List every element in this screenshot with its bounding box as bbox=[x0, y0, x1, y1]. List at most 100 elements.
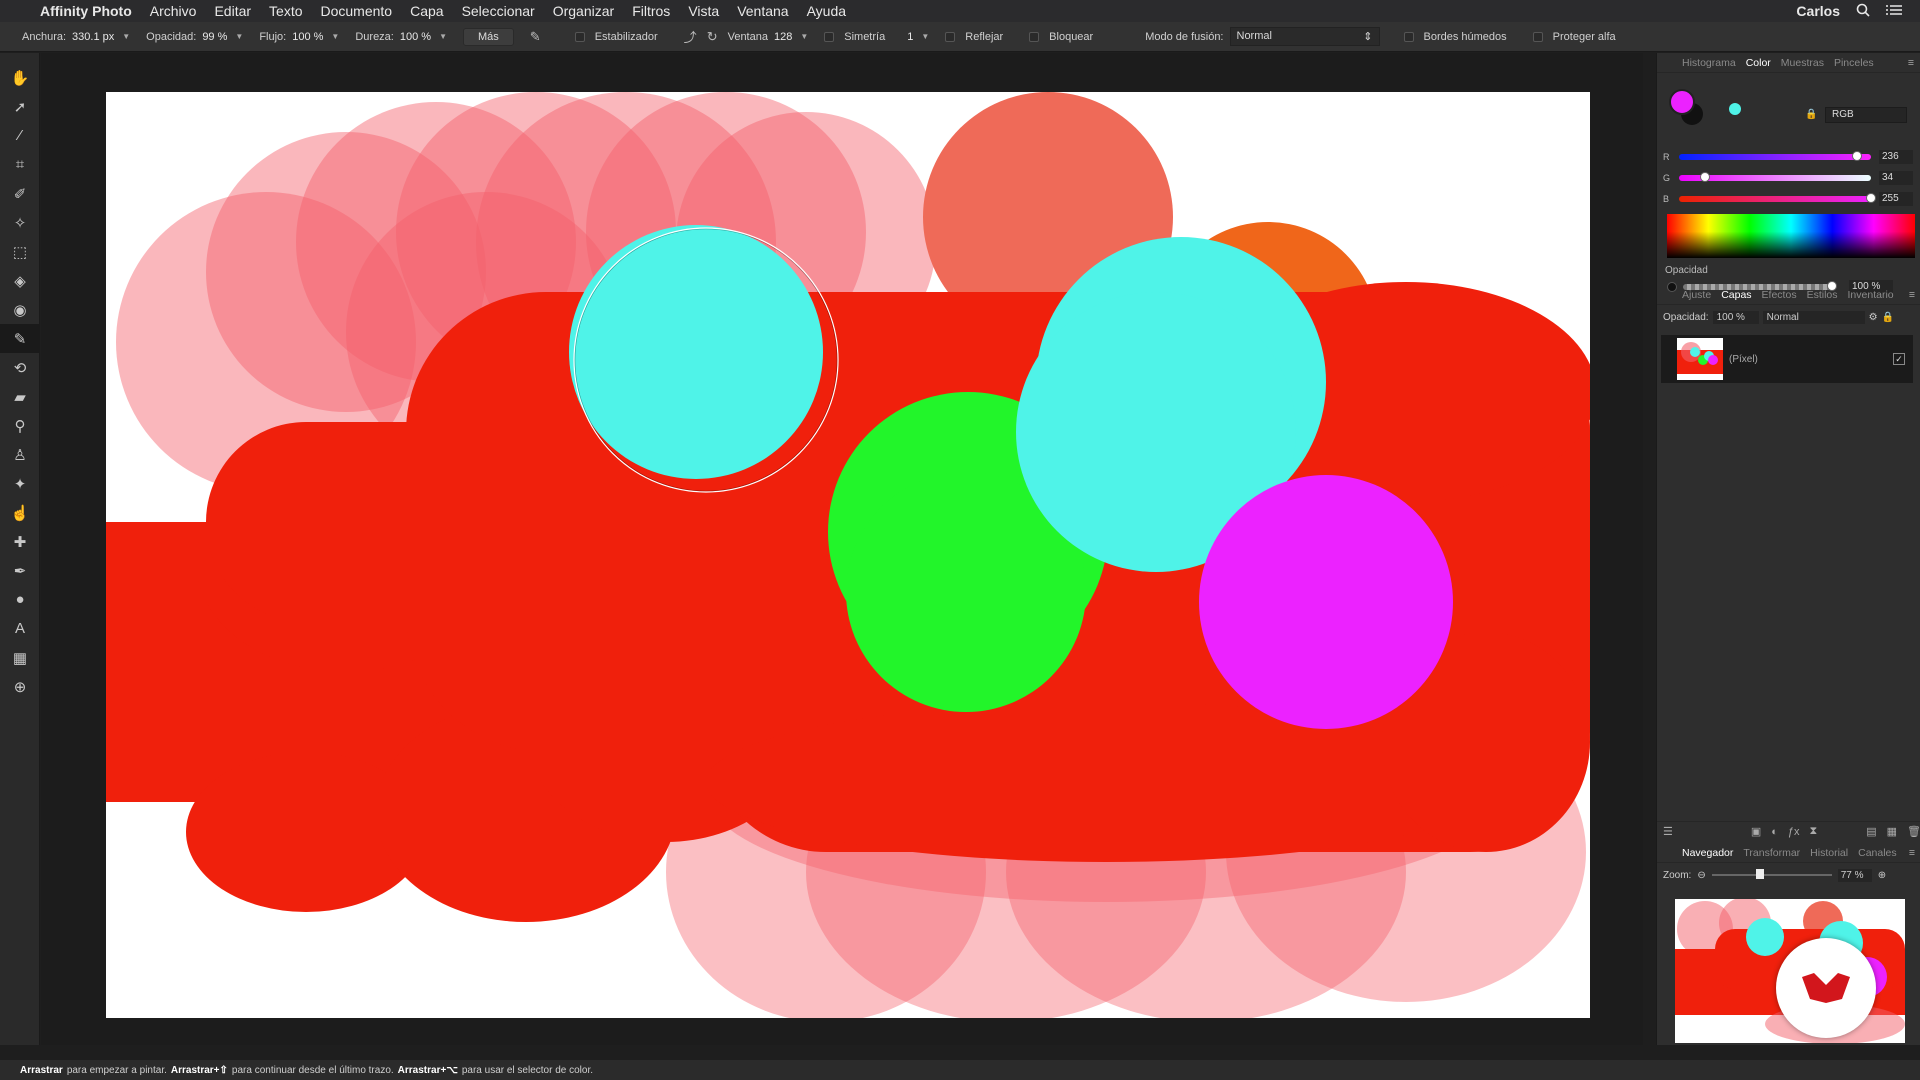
mask-icon[interactable]: ▣ bbox=[1751, 825, 1761, 838]
menu-archivo[interactable]: Archivo bbox=[150, 3, 197, 19]
zoom-value[interactable]: 77 % bbox=[1837, 868, 1872, 882]
more-button[interactable]: Más bbox=[463, 27, 514, 46]
tab-muestras[interactable]: Muestras bbox=[1778, 57, 1827, 69]
crop-icon[interactable]: ⌗ bbox=[0, 150, 40, 179]
eraser-icon[interactable]: ▰ bbox=[0, 382, 40, 411]
panel-menu-icon[interactable]: ≡ bbox=[1908, 57, 1914, 69]
zoom-in-icon[interactable]: ⊕ bbox=[1878, 870, 1886, 881]
last-color-swatch[interactable] bbox=[1729, 103, 1741, 115]
chevron-down-icon[interactable]: ▼ bbox=[235, 32, 243, 41]
layers-stack-icon[interactable]: ☰ bbox=[1663, 825, 1673, 838]
brush-icon[interactable]: ✎ bbox=[0, 324, 40, 353]
g-slider-knob[interactable] bbox=[1699, 172, 1710, 182]
text-icon[interactable]: A bbox=[0, 614, 40, 643]
chevron-down-icon[interactable]: ▼ bbox=[439, 32, 447, 41]
width-value[interactable]: 330.1 px bbox=[72, 31, 114, 43]
color-replace-icon[interactable]: ⟲ bbox=[0, 353, 40, 382]
user-name[interactable]: Carlos bbox=[1796, 3, 1840, 19]
flow-value[interactable]: 100 % bbox=[292, 31, 323, 43]
document-canvas[interactable] bbox=[106, 92, 1590, 1018]
healing-icon[interactable]: ✚ bbox=[0, 527, 40, 556]
menu-editar[interactable]: Editar bbox=[214, 3, 251, 19]
chevron-down-icon[interactable]: ▼ bbox=[331, 32, 339, 41]
gradient-icon[interactable]: ◉ bbox=[0, 295, 40, 324]
marquee-icon[interactable]: ⬚ bbox=[0, 237, 40, 266]
menu-organizar[interactable]: Organizar bbox=[553, 3, 614, 19]
search-icon[interactable] bbox=[1856, 3, 1870, 20]
menu-capa[interactable]: Capa bbox=[410, 3, 443, 19]
chevron-down-icon[interactable]: ▼ bbox=[921, 32, 929, 41]
panel-menu-icon[interactable]: ≡ bbox=[1909, 847, 1915, 859]
move-icon[interactable]: ➚ bbox=[0, 92, 40, 121]
mesh-icon[interactable]: ▦ bbox=[0, 643, 40, 672]
paint-brush-icon[interactable]: ✐ bbox=[0, 179, 40, 208]
menu-ayuda[interactable]: Ayuda bbox=[807, 3, 846, 19]
shape-icon[interactable]: ● bbox=[0, 585, 40, 614]
blend-mode-select[interactable]: Normal ⇕ bbox=[1229, 27, 1380, 46]
fx-icon[interactable]: ƒx bbox=[1788, 826, 1800, 838]
color-model-select[interactable]: RGB bbox=[1825, 107, 1907, 123]
lock-checkbox[interactable] bbox=[1029, 31, 1040, 42]
opacity-value[interactable]: 99 % bbox=[202, 31, 227, 43]
blemish-icon[interactable]: ✦ bbox=[0, 469, 40, 498]
b-slider-knob[interactable] bbox=[1866, 193, 1876, 203]
menu-filtros[interactable]: Filtros bbox=[632, 3, 670, 19]
chevron-down-icon[interactable]: ▼ bbox=[122, 32, 130, 41]
tab-efectos[interactable]: Efectos bbox=[1759, 289, 1800, 301]
flood-select-icon[interactable]: ✧ bbox=[0, 208, 40, 237]
layer-opacity-value[interactable]: 100 % bbox=[1712, 310, 1759, 324]
menu-documento[interactable]: Documento bbox=[321, 3, 393, 19]
tab-estilos[interactable]: Estilos bbox=[1804, 289, 1841, 301]
symmetry-checkbox[interactable] bbox=[824, 31, 835, 42]
color-picker-icon[interactable]: ⁄ bbox=[0, 121, 40, 150]
tab-navegador[interactable]: Navegador bbox=[1679, 847, 1736, 859]
window-mode-icon[interactable]: ↻ bbox=[707, 29, 718, 45]
zoom-slider-knob[interactable] bbox=[1755, 869, 1764, 879]
zoom-icon[interactable]: ⊕ bbox=[0, 672, 40, 701]
lock-icon[interactable]: 🔒 bbox=[1805, 109, 1817, 120]
pressure-icon[interactable]: ✎ bbox=[530, 29, 541, 45]
menu-vista[interactable]: Vista bbox=[688, 3, 719, 19]
chevron-down-icon[interactable]: ▼ bbox=[800, 32, 808, 41]
tab-ajuste[interactable]: Ajuste bbox=[1679, 289, 1714, 301]
window-value[interactable]: 128 bbox=[774, 31, 792, 43]
layer-visibility-checkbox[interactable]: ✓ bbox=[1893, 353, 1905, 365]
primary-swatch[interactable] bbox=[1669, 89, 1695, 115]
tab-transformar[interactable]: Transformar bbox=[1740, 847, 1803, 859]
layer-name[interactable]: (Píxel) bbox=[1729, 354, 1758, 365]
b-slider[interactable] bbox=[1679, 193, 1876, 203]
hardness-value[interactable]: 100 % bbox=[400, 31, 431, 43]
fill-icon[interactable]: ◈ bbox=[0, 266, 40, 295]
tab-inventario[interactable]: Inventario bbox=[1845, 289, 1897, 301]
tab-color[interactable]: Color bbox=[1743, 57, 1774, 69]
folder-icon[interactable]: ▤ bbox=[1866, 825, 1876, 838]
lock-icon[interactable]: 🔒 bbox=[1882, 312, 1894, 323]
r-slider-knob[interactable] bbox=[1851, 151, 1862, 161]
menu-ventana[interactable]: Ventana bbox=[737, 3, 788, 19]
smudge-icon[interactable]: ☝ bbox=[0, 498, 40, 527]
panel-menu-icon[interactable]: ≡ bbox=[1909, 289, 1915, 301]
list-menu-icon[interactable] bbox=[1886, 3, 1902, 19]
stabilizer-checkbox[interactable] bbox=[574, 31, 585, 42]
tab-capas[interactable]: Capas bbox=[1718, 289, 1754, 301]
tab-pinceles[interactable]: Pinceles bbox=[1831, 57, 1877, 69]
app-name[interactable]: Affinity Photo bbox=[40, 3, 132, 19]
gear-icon[interactable]: ⚙ bbox=[1869, 312, 1878, 323]
layer-blend-select[interactable]: Normal bbox=[1762, 310, 1865, 324]
menu-seleccionar[interactable]: Seleccionar bbox=[462, 3, 535, 19]
protect-alpha-checkbox[interactable] bbox=[1532, 31, 1543, 42]
wet-edges-checkbox[interactable] bbox=[1403, 31, 1414, 42]
pen-icon[interactable]: ✒ bbox=[0, 556, 40, 585]
mirror-checkbox[interactable] bbox=[945, 31, 956, 42]
clone-icon[interactable]: ♙ bbox=[0, 440, 40, 469]
tab-historial[interactable]: Historial bbox=[1807, 847, 1851, 859]
symmetry-value[interactable]: 1 bbox=[907, 31, 913, 43]
live-filter-icon[interactable]: ⧗ bbox=[1810, 825, 1818, 838]
dodge-icon[interactable]: ⚲ bbox=[0, 411, 40, 440]
b-value[interactable]: 255 bbox=[1879, 192, 1913, 206]
hand-icon[interactable]: ✋ bbox=[0, 63, 40, 92]
trash-icon[interactable]: 🗑 bbox=[1907, 825, 1920, 838]
layer-row[interactable]: (Píxel) ✓ bbox=[1661, 335, 1913, 383]
rope-mode-icon[interactable]: ⤴ bbox=[684, 27, 697, 46]
menu-texto[interactable]: Texto bbox=[269, 3, 302, 19]
